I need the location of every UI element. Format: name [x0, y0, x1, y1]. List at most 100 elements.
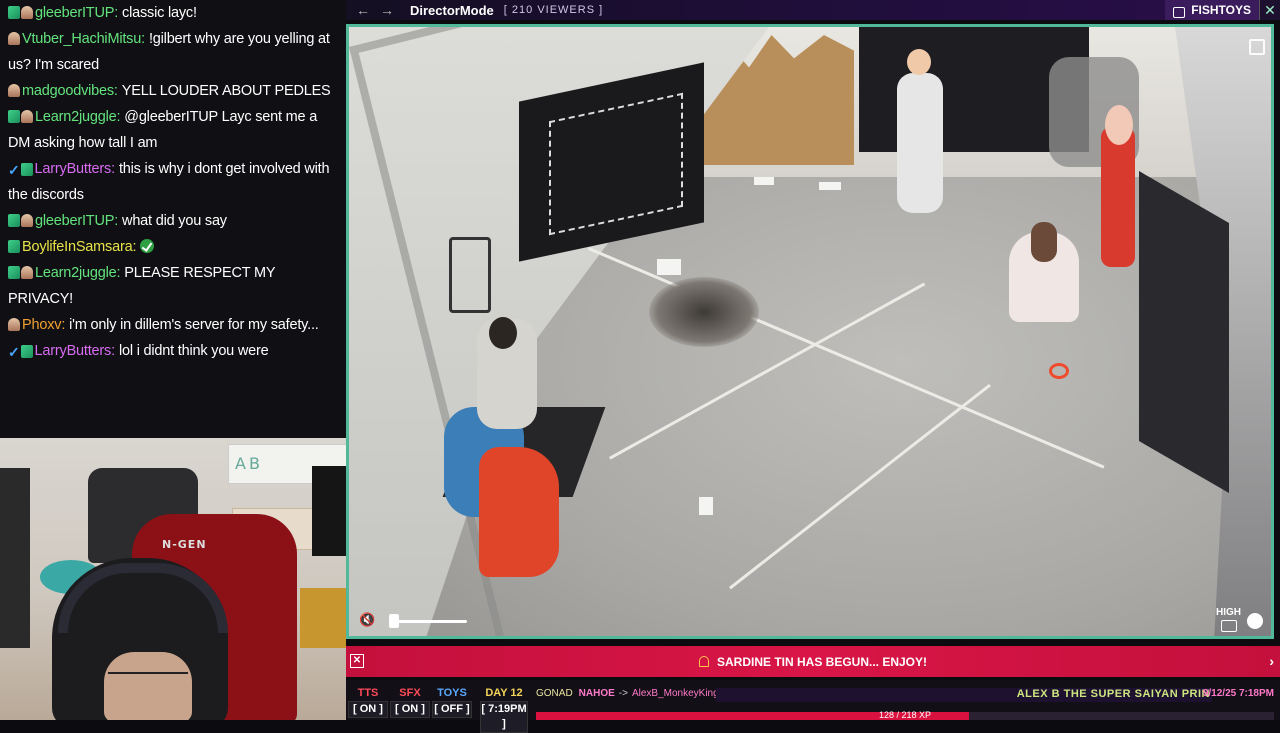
day-label: DAY 12	[485, 687, 523, 699]
clock: 9/12/25 7:18PM	[1202, 688, 1274, 699]
chat-separator: :	[114, 213, 119, 229]
subscriber-badge-icon	[8, 266, 20, 279]
chat-username[interactable]: Learn2juggle	[35, 109, 117, 125]
chat-separator: :	[113, 83, 118, 99]
chat-username[interactable]: Learn2juggle	[35, 265, 117, 281]
bell-icon	[698, 656, 709, 667]
quality-button[interactable]: HIGH	[1216, 607, 1241, 632]
toggle-label: SFX	[399, 687, 421, 699]
chat-separator: :	[116, 109, 121, 125]
webcam-curtain	[0, 468, 30, 648]
chat-message: Learn2juggle: PLEASE RESPECT MY PRIVACY!	[0, 260, 346, 312]
dad-badge-icon	[21, 110, 33, 123]
chat-separator: :	[111, 161, 115, 177]
status-bar: TTS [ ON ] SFX [ ON ] TOYS [ OFF ] DAY 1…	[346, 680, 1280, 733]
close-icon[interactable]: ✕	[1259, 0, 1280, 20]
dad-badge-icon	[8, 84, 20, 97]
chat-badges: ✓	[8, 163, 33, 177]
toggle-toys[interactable]: TOYS [ OFF ]	[432, 686, 472, 718]
volume-slider[interactable]	[393, 620, 467, 623]
quality-label: HIGH	[1216, 607, 1241, 618]
verified-badge-icon: ✓	[8, 344, 20, 360]
chat-message: BoylifeInSamsara:	[0, 234, 346, 260]
chat-message: Phoxv: i'm only in dillem's server for my…	[0, 312, 346, 338]
xp-progress-text: 128 / 218 XP	[878, 710, 932, 720]
dad-badge-icon	[21, 214, 33, 227]
day-time-display: DAY 12 [ 7:19PM ]	[480, 686, 528, 733]
chat-message: gleeberITUP: what did you say	[0, 208, 346, 234]
record-button[interactable]	[1247, 613, 1263, 629]
quality-icon	[1220, 620, 1237, 632]
chat-separator: :	[132, 239, 137, 255]
chat-panel: gleeberITUP: classic layc! Vtuber_HachiMit…	[0, 0, 346, 438]
xp-progress-bar: 128 / 218 XP	[536, 710, 1274, 720]
subscriber-badge-icon	[20, 345, 33, 358]
floor-tape-line	[729, 383, 991, 590]
toggle-value: [ OFF ]	[432, 701, 472, 718]
fullscreen-icon[interactable]	[1249, 39, 1265, 55]
chat-username[interactable]: BoylifeInSamsara	[22, 239, 133, 255]
person-head	[1105, 105, 1133, 145]
gonad-command: GONAD	[536, 688, 573, 699]
chat-message: ✓ LarryButters: lol i didnt think you were	[0, 338, 346, 364]
chat-username[interactable]: Phoxv	[22, 317, 62, 333]
person-head	[1031, 222, 1057, 262]
red-blanket	[479, 447, 559, 577]
forward-arrow-icon[interactable]: →	[380, 2, 394, 18]
dismiss-alert-icon[interactable]: ✕	[350, 654, 364, 668]
chat-text: what did you say	[122, 213, 227, 229]
subscriber-badge-icon	[8, 240, 20, 253]
chat-badges	[8, 110, 33, 123]
verified-badge-icon: ✓	[8, 162, 20, 178]
mute-icon[interactable]: 🔇	[359, 613, 379, 629]
chat-text: YELL LOUDER ABOUT PEDLES	[121, 83, 331, 99]
subscriber-badge-icon	[8, 214, 20, 227]
chat-badges	[8, 32, 20, 45]
viewer-count: [ 210 VIEWERS ]	[503, 4, 604, 16]
toggle-tts[interactable]: TTS [ ON ]	[348, 686, 388, 718]
black-door	[1139, 171, 1229, 493]
chat-username[interactable]: gleeberITUP	[35, 213, 114, 229]
gonad-event: GONAD NAHOE -> AlexB_MonkeyKing	[536, 688, 719, 699]
orange-ring	[1049, 363, 1069, 379]
toggle-value: [ ON ]	[390, 701, 430, 718]
chat-badges: ✓	[8, 345, 33, 359]
streamer-webcam: AB N-GEN	[0, 438, 346, 720]
toggle-label: TTS	[357, 687, 379, 699]
ticker-text: ALEX B THE SUPER SAIYAN PRIN	[1016, 688, 1210, 700]
chat-message: madgoodvibes: YELL LOUDER ABOUT PEDLES	[0, 78, 346, 104]
glasses	[108, 672, 188, 682]
chat-separator: :	[114, 5, 119, 21]
floor-burn-mark	[649, 277, 759, 347]
gonad-arrow: ->	[618, 688, 628, 699]
camera-feed[interactable]: 🔇 HIGH	[346, 24, 1274, 639]
chat-username[interactable]: LarryButters	[35, 161, 112, 177]
chat-badges	[8, 240, 20, 253]
webcam-desk	[300, 588, 346, 648]
camera-selector[interactable]: FISHTOYS	[1165, 0, 1259, 20]
chat-message: gleeberITUP: classic layc!	[0, 0, 346, 26]
chat-username[interactable]: madgoodvibes	[22, 83, 114, 99]
floor-debris	[754, 177, 774, 185]
back-arrow-icon[interactable]: ←	[356, 2, 370, 18]
chat-username[interactable]: Vtuber_HachiMitsu	[22, 31, 141, 47]
chat-message: ✓ LarryButters: this is why i dont get inv…	[0, 156, 346, 208]
chat-username[interactable]: gleeberITUP	[35, 5, 114, 21]
dad-badge-icon	[8, 32, 20, 45]
toggle-sfx[interactable]: SFX [ ON ]	[390, 686, 430, 718]
floor-debris	[657, 259, 681, 275]
chat-username[interactable]: LarryButters	[35, 343, 112, 359]
page-title: DirectorMode	[410, 2, 494, 18]
checkmark-emote-icon	[140, 239, 155, 253]
alert-text: SARDINE TIN HAS BEGUN... ENJOY!	[716, 654, 928, 669]
person-red-pants	[1101, 127, 1135, 267]
subscriber-badge-icon	[8, 110, 20, 123]
chat-separator: :	[141, 31, 145, 47]
chevron-right-icon[interactable]: ›	[1269, 653, 1274, 669]
subscriber-badge-icon	[8, 6, 20, 19]
volume-knob[interactable]	[389, 614, 399, 628]
director-topbar: ← → DirectorMode [ 210 VIEWERS ] FISHTOY…	[346, 0, 1280, 20]
toggle-label: TOYS	[437, 687, 467, 699]
chat-separator: :	[116, 265, 121, 281]
gonad-to: AlexB_MonkeyKing	[631, 688, 719, 699]
